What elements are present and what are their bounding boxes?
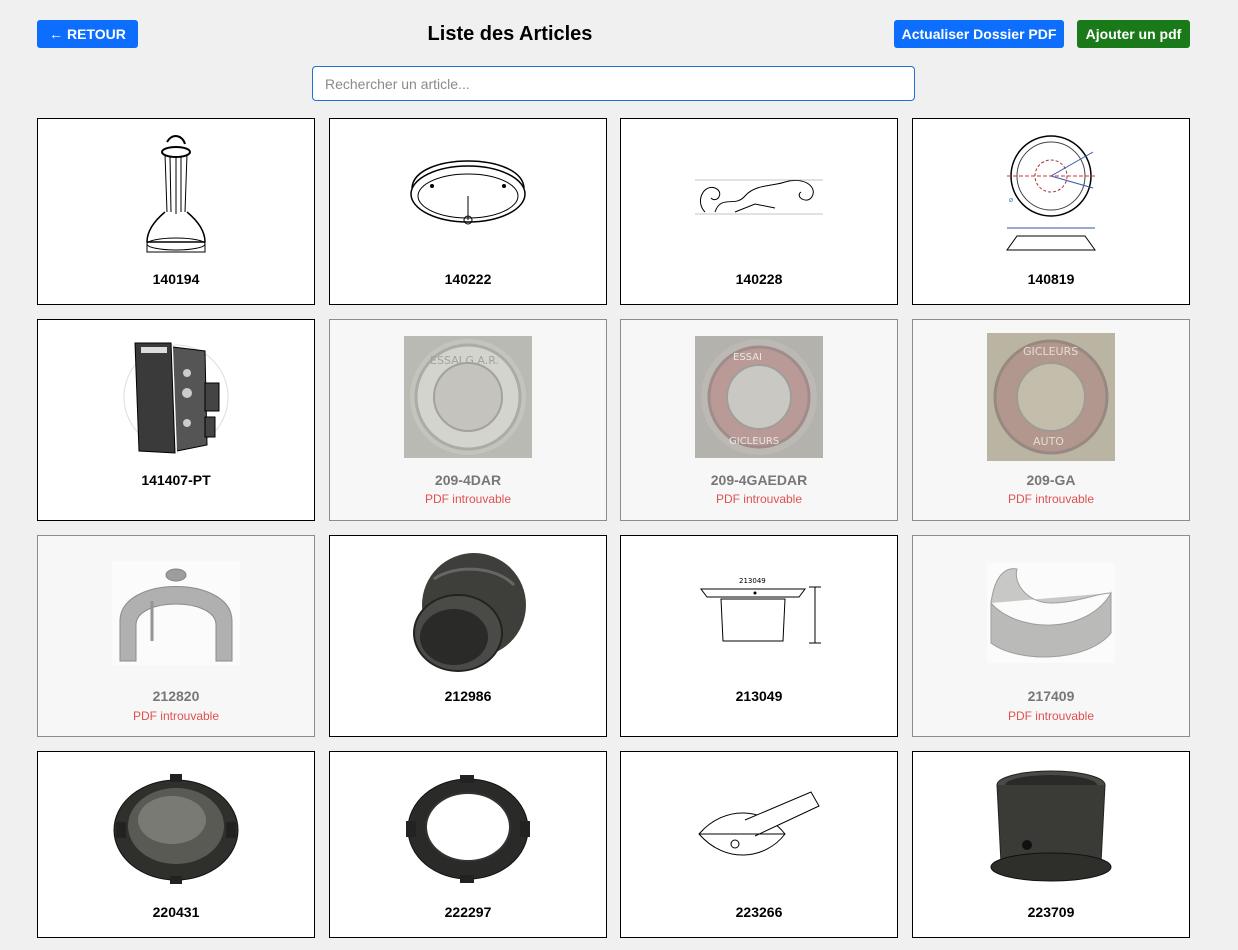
svg-text:Ø: Ø [1009, 197, 1013, 204]
article-code: 223266 [735, 904, 783, 920]
stamped-disc-red-icon: ESSAI GICLEURS [695, 333, 823, 461]
article-card[interactable]: 213049 213049 [620, 535, 898, 737]
article-card[interactable]: Ø 140819 [912, 118, 1190, 305]
pdf-missing-label: PDF introuvable [1007, 709, 1095, 723]
article-code: 140222 [444, 271, 492, 287]
pdf-missing-label: PDF introuvable [424, 492, 512, 506]
add-pdf-button[interactable]: Ajouter un pdf [1077, 20, 1190, 48]
article-code: 222297 [444, 904, 492, 920]
article-card[interactable]: 141407-PT [37, 319, 315, 521]
cylinder-sleeve-icon [987, 765, 1115, 893]
article-card[interactable]: 223266 [620, 751, 898, 938]
article-card[interactable]: 220431 [37, 751, 315, 938]
article-card[interactable]: ESSAI G.A.R. 209-4DAR PDF introuvable [329, 319, 607, 521]
article-card[interactable]: 217409 PDF introuvable [912, 535, 1190, 737]
dome-drawing-icon [404, 132, 532, 260]
pdf-missing-label: PDF introuvable [1007, 492, 1095, 506]
svg-text:ESSAI G.A.R.: ESSAI G.A.R. [430, 354, 499, 367]
article-code: 140194 [152, 271, 200, 287]
article-code: 140819 [1027, 271, 1075, 287]
curved-shell-icon [987, 549, 1115, 677]
search-input[interactable] [312, 66, 915, 101]
half-ring-icon [112, 549, 240, 677]
scroll-ornament-icon [695, 132, 823, 260]
article-card[interactable]: 212986 [329, 535, 607, 737]
svg-text:ESSAI: ESSAI [733, 352, 762, 363]
article-code: 213049 [735, 688, 783, 704]
stamped-disc-icon: ESSAI G.A.R. [404, 333, 532, 461]
article-code: 217409 [1027, 688, 1075, 704]
pillar-drawing-icon [112, 132, 240, 260]
page-title: Liste des Articles [427, 23, 593, 45]
article-card[interactable]: ESSAI GICLEURS 209-4GAEDAR PDF introuvable [620, 319, 898, 521]
flange-drawing-icon: 213049 [695, 549, 823, 677]
lug-ring-icon [404, 765, 532, 893]
article-code: 140228 [735, 271, 783, 287]
article-card[interactable]: GICLEURS AUTO 209-GA PDF introuvable [912, 319, 1190, 521]
svg-text:AUTO: AUTO [1033, 435, 1064, 448]
article-code: 209-4DAR [434, 472, 502, 488]
article-code: 220431 [152, 904, 200, 920]
bracket-part-icon [112, 333, 240, 461]
article-code: 209-GA [1026, 472, 1076, 488]
header-bar: ← RETOUR Liste des Articles Actualiser D… [0, 0, 1238, 60]
circle-blueprint-icon: Ø [987, 132, 1115, 260]
refresh-pdf-folder-button[interactable]: Actualiser Dossier PDF [894, 20, 1064, 48]
stamped-disc-rust-icon: GICLEURS AUTO [987, 333, 1115, 461]
article-card[interactable]: 222297 [329, 751, 607, 938]
dome-lens-icon [112, 765, 240, 893]
back-button[interactable]: ← RETOUR [37, 20, 138, 48]
sphere-sleeve-icon [404, 549, 532, 677]
pdf-missing-label: PDF introuvable [715, 492, 803, 506]
article-code: 141407-PT [141, 472, 211, 488]
tube-bracket-icon [695, 765, 823, 893]
article-code: 212820 [152, 688, 200, 704]
svg-text:GICLEURS: GICLEURS [1023, 345, 1078, 358]
pdf-missing-label: PDF introuvable [132, 709, 220, 723]
article-code: 209-4GAEDAR [710, 472, 808, 488]
svg-text:GICLEURS: GICLEURS [729, 436, 779, 447]
svg-text:213049: 213049 [739, 577, 766, 585]
article-card[interactable]: 140194 [37, 118, 315, 305]
article-card[interactable]: 140228 [620, 118, 898, 305]
article-card[interactable]: 140222 [329, 118, 607, 305]
article-code: 212986 [444, 688, 492, 704]
article-card[interactable]: 223709 [912, 751, 1190, 938]
article-card[interactable]: 212820 PDF introuvable [37, 535, 315, 737]
article-code: 223709 [1027, 904, 1075, 920]
